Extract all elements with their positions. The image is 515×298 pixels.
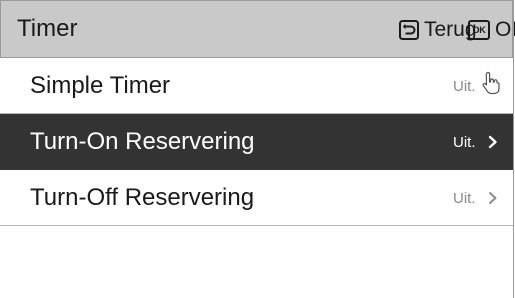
chevron-right-icon: [487, 132, 499, 152]
ok-label: OK: [495, 18, 515, 41]
back-button[interactable]: Terug: [399, 18, 477, 42]
header-bar: Timer Terug OK OK: [0, 0, 515, 58]
menu-item-value: Uit.: [453, 190, 476, 207]
menu-item-turn-on-reservering[interactable]: Turn-On Reservering Uit.: [0, 114, 513, 170]
menu-item-label: Turn-Off Reservering: [30, 184, 255, 211]
menu-item-value: Uit.: [453, 134, 476, 151]
menu-item-value: Uit.: [453, 78, 476, 95]
return-arrow-icon: [399, 20, 419, 40]
chevron-right-icon: [487, 188, 499, 208]
page-title: Timer: [17, 15, 78, 42]
menu-item-turn-off-reservering[interactable]: Turn-Off Reservering Uit.: [0, 170, 513, 226]
menu-item-label: Turn-On Reservering: [30, 128, 255, 155]
timer-screen: Timer Terug OK OK Simple Timer Uit.: [0, 0, 515, 298]
menu-item-simple-timer[interactable]: Simple Timer Uit.: [0, 58, 513, 114]
pointer-cursor-icon: [480, 70, 502, 96]
frame-divider: [513, 0, 514, 298]
ok-button[interactable]: OK OK: [468, 18, 515, 42]
ok-key-icon: OK: [468, 20, 490, 40]
menu-item-label: Simple Timer: [30, 72, 171, 99]
